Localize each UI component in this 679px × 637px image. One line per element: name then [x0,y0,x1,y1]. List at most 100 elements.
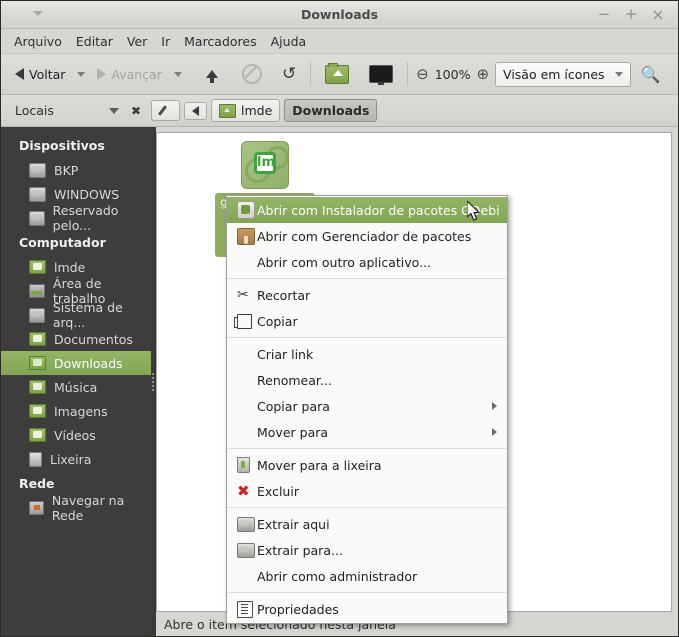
places-label: Locais [15,103,54,118]
sidebar-item-label: Imagens [54,403,108,419]
menu-marcadores[interactable]: Marcadores [177,32,264,51]
zoom-level-label: 100% [434,66,471,82]
toolbar-separator-1 [310,62,312,86]
menu-ajuda[interactable]: Ajuda [264,32,314,51]
context-menu-item-label: Copiar para [257,398,330,414]
sidebar-item-imagens[interactable]: Imagens [1,399,151,423]
sidebar-item-label: Sistema de arq... [52,300,123,330]
places-dropdown-icon[interactable] [108,107,119,114]
context-menu-item-recortar[interactable]: ✂ Recortar [227,282,507,308]
hard-disk-icon [29,162,46,178]
context-menu-item-copiar-para[interactable]: Copiar para [227,393,507,419]
context-menu-item-label: Mover para a lixeira [257,457,382,473]
delete-x-icon: ✖ [237,481,250,500]
context-menu-separator [227,337,507,338]
context-menu-item-propriedades[interactable]: Propriedades [227,596,507,622]
minimize-button[interactable]: − [592,3,616,27]
sidebar-item-musica[interactable]: Música [1,375,151,399]
computer-monitor-icon [369,65,394,85]
context-menu-item-abrir-como-administrador[interactable]: Abrir como administrador [227,563,507,589]
zoom-out-icon[interactable]: ⊖ [416,65,429,83]
stop-button[interactable] [236,60,268,88]
stop-icon [241,64,262,84]
chevron-down-icon [614,71,623,77]
triangle-left-icon [192,105,199,116]
close-sidebar-icon[interactable]: ✖ [131,104,141,118]
menu-ver[interactable]: Ver [120,32,154,51]
sidebar-item-reservado[interactable]: Reservado pelo... [1,203,151,233]
scissors-icon: ✂ [237,287,249,303]
breadcrumb-label: lmde [241,103,273,118]
reload-button[interactable]: ↻ [276,62,302,87]
music-folder-icon [29,380,46,394]
menu-ir[interactable]: Ir [154,32,177,51]
mouse-cursor [467,201,480,221]
pictures-folder-icon [29,404,46,418]
search-icon[interactable]: 🔍 [641,65,661,84]
context-menu-item-mover-para[interactable]: Mover para [227,419,507,445]
context-menu-item-criar-link[interactable]: Criar link [227,341,507,367]
sidebar-item-videos[interactable]: Vídeos [1,423,151,447]
context-menu-separator [227,448,507,449]
linux-mint-package-icon: lm [241,141,289,189]
sidebar-item-navegar-na-rede[interactable]: Navegar na Rede [1,493,151,523]
close-button[interactable]: × [646,3,670,27]
sidebar-item-lixeira[interactable]: Lixeira [1,447,151,471]
sidebar-item-label: Vídeos [54,427,96,443]
maximize-button[interactable]: + [619,3,643,27]
view-mode-select[interactable]: Visão em ícones [495,61,631,87]
forward-history-dropdown-icon[interactable] [173,71,182,77]
context-menu-item-excluir[interactable]: ✖ Excluir [227,478,507,504]
context-menu-item-mover-para-lixeira[interactable]: Mover para a lixeira [227,452,507,478]
up-button[interactable] [200,66,224,83]
context-menu-item-extrair-para[interactable]: Extrair para... [227,537,507,563]
breadcrumb-lmde[interactable]: lmde [211,99,281,122]
arrow-left-icon [15,68,24,80]
documents-folder-icon [29,332,46,346]
sidebar-item-label: Downloads [54,355,123,371]
context-menu-item-abrir-gerenciador[interactable]: Abrir com Gerenciador de pacotes [227,223,507,249]
sidebar: Dispositivos BKP WINDOWS Reservado pelo.… [1,127,151,636]
sidebar-item-label: Documentos [54,331,133,347]
context-menu-item-abrir-gdebi[interactable]: Abrir com Instalador de pacotes GDebi [227,197,507,223]
forward-button[interactable]: Avançar [91,63,167,86]
context-menu-item-label: Abrir como administrador [257,568,418,584]
home-folder-icon [325,62,350,84]
context-menu-item-label: Abrir com outro aplicativo... [257,254,432,270]
context-menu-item-abrir-outro[interactable]: Abrir com outro aplicativo... [227,249,507,275]
arrow-up-icon [205,70,218,83]
desktop-icon [29,284,46,298]
context-menu-item-copiar[interactable]: Copiar [227,308,507,334]
edit-path-button[interactable] [151,100,180,121]
sidebar-item-sistema-de-arquivos[interactable]: Sistema de arq... [1,300,151,330]
context-menu-item-renomear[interactable]: Renomear... [227,367,507,393]
path-scroll-left-button[interactable] [184,101,207,120]
trash-icon [29,451,42,467]
menu-bar: Arquivo Editar Ver Ir Marcadores Ajuda [1,29,678,54]
sidebar-item-documentos[interactable]: Documentos [1,327,151,351]
back-button[interactable]: Voltar [9,63,71,86]
sidebar-item-bkp[interactable]: BKP [1,158,151,182]
context-menu-item-label: Recortar [257,287,311,303]
videos-folder-icon [29,428,46,442]
network-icon [29,501,44,515]
computer-button[interactable] [363,61,399,87]
breadcrumb-downloads[interactable]: Downloads [284,99,378,122]
menu-editar[interactable]: Editar [69,32,120,51]
sidebar-item-downloads[interactable]: Downloads [1,351,151,375]
context-menu-item-extrair-aqui[interactable]: Extrair aqui [227,511,507,537]
sidebar-item-label: BKP [54,162,79,178]
context-menu-item-label: Copiar [257,313,298,329]
sidebar-item-label: Música [54,379,98,395]
context-menu-item-label: Extrair para... [257,542,343,558]
downloads-folder-icon [29,356,46,370]
arrow-right-icon [97,68,107,80]
back-history-dropdown-icon[interactable] [77,71,86,77]
toolbar-separator-2 [407,62,409,86]
menu-arquivo[interactable]: Arquivo [7,32,69,51]
home-folder-icon [219,103,236,118]
sidebar-item-label: WINDOWS [54,186,120,202]
forward-label: Avançar [111,66,162,82]
zoom-in-icon[interactable]: ⊕ [476,65,489,83]
home-button[interactable] [319,61,355,88]
